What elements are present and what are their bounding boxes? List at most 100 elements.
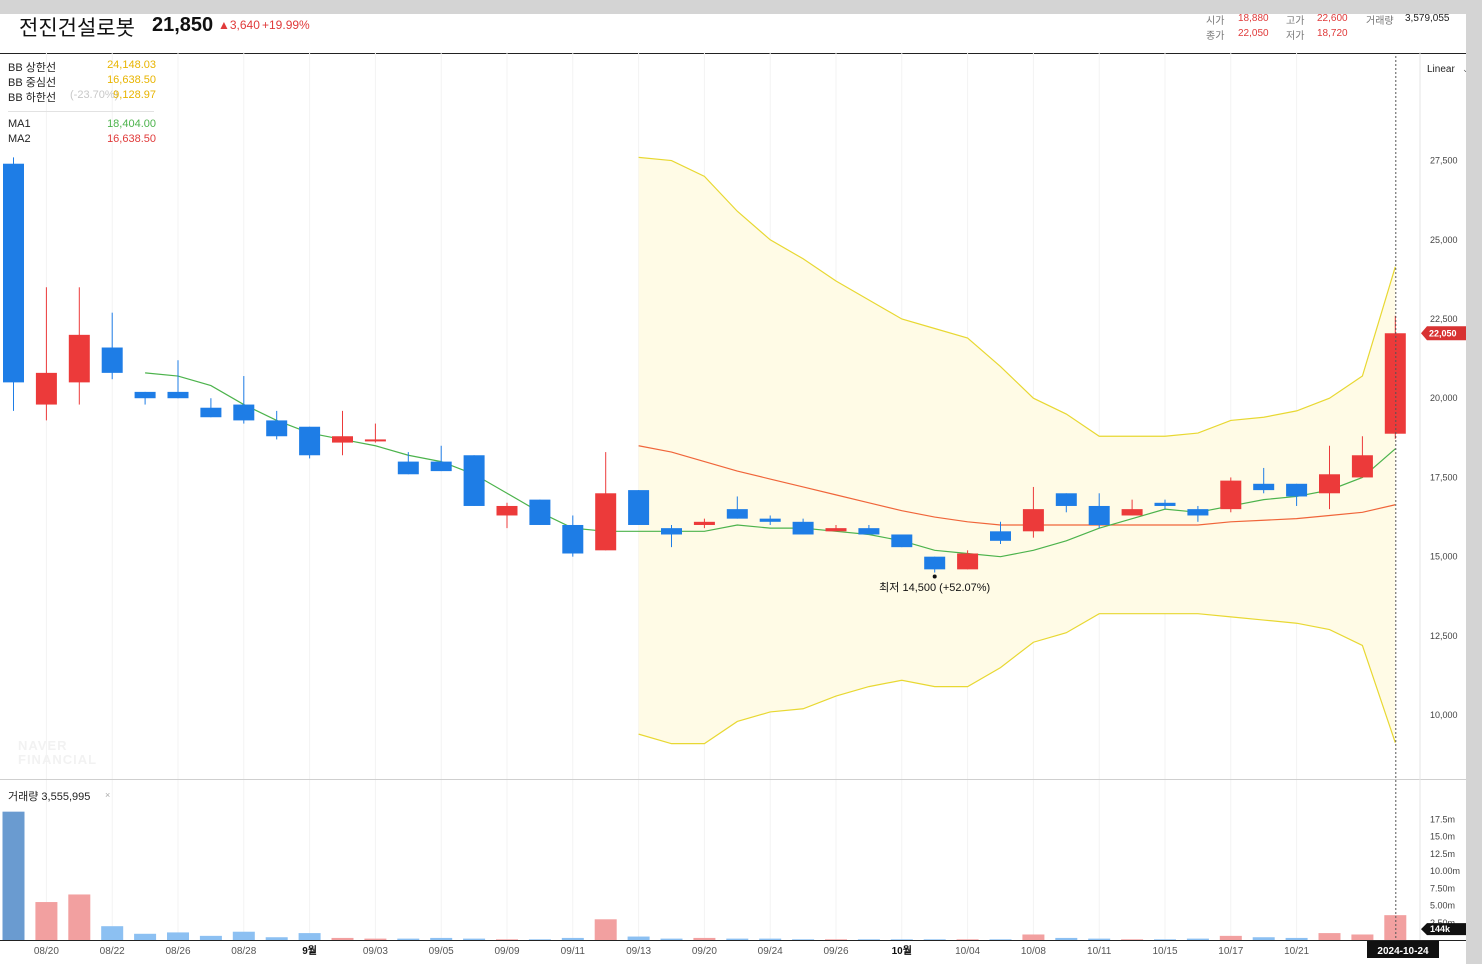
x-tick-label: 10/17 xyxy=(1218,946,1243,957)
x-tick-label: 10/11 xyxy=(1087,946,1112,957)
legend-bb-middle[interactable]: BB 중심선 16,638.50 xyxy=(8,74,156,89)
volume-bar xyxy=(923,939,946,940)
legend-value: 16,638.50 xyxy=(107,133,156,145)
candle-body xyxy=(1022,509,1044,532)
candle-body xyxy=(101,347,123,373)
volume-bar xyxy=(1252,937,1275,940)
current-date-tag: 2024-10-24 xyxy=(1377,946,1429,957)
volume-tick-label: 12.5m xyxy=(1430,849,1455,859)
x-tick-label: 09/11 xyxy=(561,946,586,957)
volume-bar xyxy=(1154,939,1176,940)
candle-body xyxy=(891,534,913,548)
volume-bar xyxy=(528,939,551,940)
candle-body xyxy=(990,531,1011,541)
close-icon[interactable]: × xyxy=(105,790,110,800)
legend-bb-lower[interactable]: BB 하한선 (-23.70%) 9,128.97 xyxy=(8,89,156,104)
legend-value: 24,148.03 xyxy=(107,59,156,71)
current-volume-tag: 144k xyxy=(1430,924,1451,934)
x-tick-label: 09/20 xyxy=(692,946,717,957)
volume-bar xyxy=(726,938,749,940)
volume-bar xyxy=(331,937,354,940)
volume-bar xyxy=(1186,938,1209,940)
legend-value: 16,638.50 xyxy=(107,74,156,86)
candle-body xyxy=(299,426,321,456)
legend-bb-upper[interactable]: BB 상한선 24,148.03 xyxy=(8,59,156,74)
candle-body xyxy=(661,528,682,535)
volume-tick-label: 10.00m xyxy=(1430,866,1460,876)
low-annotation: 최저 14,500 (+52.07%) xyxy=(879,581,990,594)
bollinger-band-fill xyxy=(638,157,1396,744)
x-tick-label: 10월 xyxy=(892,945,912,957)
candle-body xyxy=(1055,493,1077,506)
volume-bar xyxy=(825,939,847,940)
price-tick-label: 10,000 xyxy=(1430,710,1458,720)
x-tick-label: 08/22 xyxy=(100,946,125,957)
candle-body xyxy=(1187,509,1209,516)
candle-body xyxy=(595,493,617,551)
volume-tick-label: 17.5m xyxy=(1430,814,1455,824)
legend-label: MA1 xyxy=(8,118,31,130)
volume-bar xyxy=(1055,937,1078,940)
candle-body xyxy=(1220,480,1242,510)
price-tick-label: 27,500 xyxy=(1430,156,1458,166)
candle-body xyxy=(1319,474,1340,494)
candle-body xyxy=(562,524,584,554)
candle-body xyxy=(397,461,419,475)
volume-bar xyxy=(1022,934,1045,940)
candle-body xyxy=(496,505,518,516)
legend-ma1[interactable]: MA1 18,404.00 xyxy=(8,118,156,132)
candle-body xyxy=(693,521,715,525)
volume-bar xyxy=(199,935,222,940)
legend-ma2[interactable]: MA2 16,638.50 xyxy=(8,133,156,147)
volume-bar xyxy=(2,811,25,940)
price-chart[interactable]: 최저 14,500 (+52.07%) 27,500 25,000 22,500 20,… xyxy=(0,14,1466,964)
volume-bar xyxy=(956,939,979,940)
volume-bar xyxy=(1088,938,1111,940)
volume-bar xyxy=(101,926,124,940)
volume-bar xyxy=(265,937,288,940)
volume-bar xyxy=(989,939,1012,940)
watermark: FINANCIAL xyxy=(18,752,98,767)
candle-body xyxy=(430,461,452,472)
x-tick-label: 9월 xyxy=(302,945,317,957)
x-tick-label: 09/09 xyxy=(494,946,519,957)
x-tick-label: 08/26 xyxy=(165,946,190,957)
legend-divider xyxy=(8,111,154,112)
x-tick-label: 10/21 xyxy=(1284,946,1309,957)
low-marker xyxy=(932,574,937,579)
legend-ghost-pct: (-23.70%) xyxy=(70,89,119,101)
x-tick-label: 08/20 xyxy=(34,946,59,957)
volume-bar xyxy=(857,939,880,940)
volume-bar xyxy=(693,937,716,940)
candle-body xyxy=(332,436,353,443)
volume-bar xyxy=(68,894,91,940)
volume-bar xyxy=(792,939,815,940)
candle-body xyxy=(759,518,781,522)
candle-body xyxy=(68,334,90,383)
volume-bar xyxy=(232,931,255,940)
candle-body xyxy=(628,490,650,525)
x-tick-label: 09/24 xyxy=(758,946,783,957)
volume-bar xyxy=(496,939,518,940)
legend-label: MA2 xyxy=(8,133,31,145)
volume-bar xyxy=(364,938,387,940)
volume-bar xyxy=(759,938,782,940)
x-tick-label: 10/08 xyxy=(1021,946,1046,957)
price-tick-label: 12,500 xyxy=(1430,631,1458,641)
volume-panel-label: 거래량 3,555,995 xyxy=(8,791,91,803)
candle-body xyxy=(134,391,156,399)
scrollbar[interactable] xyxy=(1466,14,1482,964)
candle-body xyxy=(1154,502,1176,506)
price-tick-label: 22,500 xyxy=(1430,314,1458,324)
volume-bar xyxy=(397,938,420,940)
scale-mode-dropdown[interactable]: Linear xyxy=(1427,64,1455,75)
volume-bar xyxy=(627,936,650,940)
volume-bar xyxy=(1219,935,1242,940)
legend-value: 18,404.00 xyxy=(107,118,156,130)
volume-bar xyxy=(35,902,58,940)
x-tick-label: 10/04 xyxy=(955,946,980,957)
price-tick-label: 17,500 xyxy=(1430,472,1458,482)
x-tick-label: 10/15 xyxy=(1152,946,1177,957)
candle-body xyxy=(957,553,979,570)
volume-bar xyxy=(660,938,683,940)
